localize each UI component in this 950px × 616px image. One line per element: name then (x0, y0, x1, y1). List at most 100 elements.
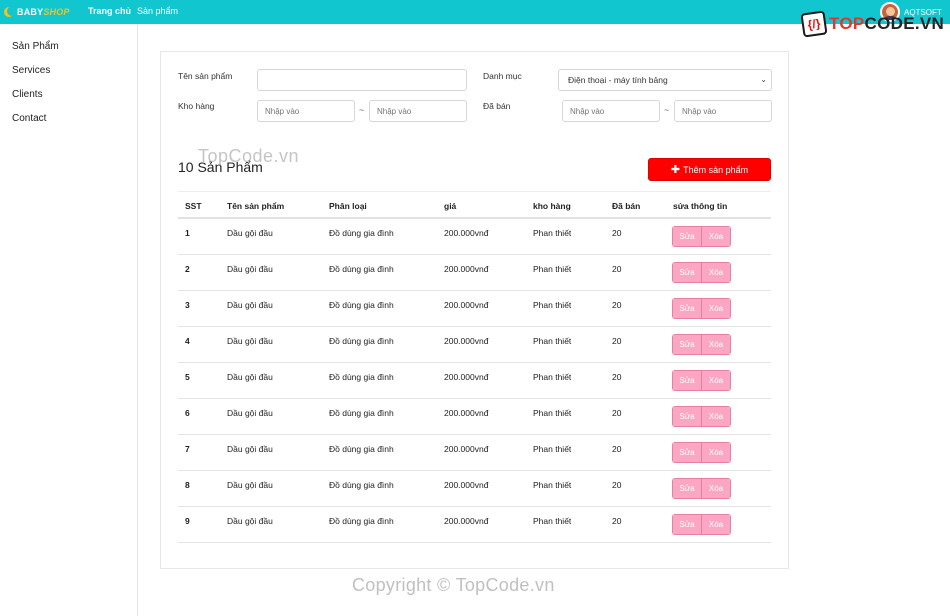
sidebar-item-contact[interactable]: Contact (12, 113, 46, 124)
cell-category: Đồ dùng gia đình (329, 480, 394, 490)
brand-logo[interactable]: BABY SHOP (4, 5, 70, 19)
row-actions: Sửa Xóa (672, 514, 731, 535)
cell-warehouse: Phan thiết (533, 516, 572, 526)
cell-category: Đồ dùng gia đình (329, 444, 394, 454)
cell-product-name: Dầu gội đầu (227, 480, 273, 490)
logo-text-baby: BABY (17, 7, 44, 17)
category-selected-value: Điện thoại - máy tính bảng (568, 75, 668, 85)
row-actions: Sửa Xóa (672, 478, 731, 499)
nav-item-products[interactable]: Sản phẩm (137, 6, 178, 16)
row-actions: Sửa Xóa (672, 226, 731, 247)
col-header-warehouse: kho hàng (533, 201, 571, 211)
table-row: 7 Dầu gội đầu Đồ dùng gia đình 200.000vnđ Ph… (178, 435, 771, 471)
sidebar: Sản Phẩm Services Clients Contact (0, 24, 138, 616)
table-row: 2 Dầu gội đầu Đồ dùng gia đình 200.000vnđ Ph… (178, 255, 771, 291)
cell-category: Đồ dùng gia đình (329, 300, 394, 310)
row-actions: Sửa Xóa (672, 262, 731, 283)
edit-button[interactable]: Sửa (673, 227, 701, 246)
sidebar-item-services[interactable]: Services (12, 65, 50, 76)
edit-button[interactable]: Sửa (673, 263, 701, 282)
warehouse-label: Kho hàng (178, 101, 215, 111)
cell-stt: 2 (185, 264, 190, 274)
edit-button[interactable]: Sửa (673, 515, 701, 534)
edit-button[interactable]: Sửa (673, 371, 701, 390)
cell-product-name: Dầu gội đầu (227, 444, 273, 454)
product-name-label: Tên sản phẩm (178, 71, 233, 81)
delete-button[interactable]: Xóa (701, 299, 730, 318)
edit-button[interactable]: Sửa (673, 479, 701, 498)
delete-button[interactable]: Xóa (701, 335, 730, 354)
delete-button[interactable]: Xóa (701, 371, 730, 390)
cell-warehouse: Phan thiết (533, 372, 572, 382)
category-select[interactable]: Điện thoại - máy tính bảng ⌄ (558, 69, 772, 91)
add-product-label: Thêm sản phẩm (683, 164, 749, 175)
cell-warehouse: Phan thiết (533, 264, 572, 274)
cell-category: Đồ dùng gia đình (329, 408, 394, 418)
cell-price: 200.000vnđ (444, 336, 489, 346)
sidebar-item-products[interactable]: Sản Phẩm (12, 41, 59, 52)
cell-price: 200.000vnđ (444, 516, 489, 526)
cell-warehouse: Phan thiết (533, 408, 572, 418)
col-header-stt: SST (185, 201, 202, 211)
edit-button[interactable]: Sửa (673, 443, 701, 462)
cell-category: Đồ dùng gia đình (329, 264, 394, 274)
delete-button[interactable]: Xóa (701, 515, 730, 534)
col-header-actions: sửa thông tin (673, 201, 728, 211)
nav-item-home[interactable]: Trang chủ (88, 6, 131, 16)
delete-button[interactable]: Xóa (701, 227, 730, 246)
plus-icon: ✚ (670, 164, 681, 176)
code-brackets-icon: {/} (800, 10, 828, 38)
table-row: 5 Dầu gội đầu Đồ dùng gia đình 200.000vnđ Ph… (178, 363, 771, 399)
cell-category: Đồ dùng gia đình (329, 372, 394, 382)
product-name-input[interactable] (257, 69, 467, 91)
sold-from-input[interactable] (562, 100, 660, 122)
cell-sold: 20 (612, 516, 622, 526)
cell-product-name: Dầu gội đầu (227, 372, 273, 382)
cell-price: 200.000vnđ (444, 264, 489, 274)
table-body: 1 Dầu gội đầu Đồ dùng gia đình 200.000vnđ Ph… (178, 219, 771, 543)
product-table: SST Tên sản phẩm Phân loại giá kho hàng … (178, 191, 771, 543)
cell-price: 200.000vnđ (444, 228, 489, 238)
category-label: Danh mục (483, 71, 522, 81)
delete-button[interactable]: Xóa (701, 479, 730, 498)
cell-sold: 20 (612, 336, 622, 346)
product-panel: Tên sản phẩm Danh mục Điện thoại - máy t… (160, 51, 789, 569)
sold-label: Đã bán (483, 101, 511, 111)
cell-price: 200.000vnđ (444, 480, 489, 490)
cell-category: Đồ dùng gia đình (329, 516, 394, 526)
moon-icon (4, 7, 14, 17)
cell-warehouse: Phan thiết (533, 336, 572, 346)
warehouse-to-input[interactable] (369, 100, 467, 122)
cell-sold: 20 (612, 480, 622, 490)
sidebar-item-clients[interactable]: Clients (12, 89, 43, 100)
col-header-price: giá (444, 201, 457, 211)
cell-stt: 1 (185, 228, 190, 238)
row-actions: Sửa Xóa (672, 334, 731, 355)
topcode-watermark-logo: {/} TOPCODE.VN (800, 10, 944, 38)
brand-text-top: TOP (829, 14, 865, 33)
sold-to-input[interactable] (674, 100, 772, 122)
add-product-button[interactable]: ✚ Thêm sản phẩm (648, 158, 771, 181)
edit-button[interactable]: Sửa (673, 335, 701, 354)
table-header: SST Tên sản phẩm Phân loại giá kho hàng … (178, 191, 771, 219)
main-nav: Trang chủ Sản phẩm (88, 6, 178, 16)
table-row: 4 Dầu gội đầu Đồ dùng gia đình 200.000vnđ Ph… (178, 327, 771, 363)
cell-price: 200.000vnđ (444, 300, 489, 310)
cell-sold: 20 (612, 300, 622, 310)
edit-button[interactable]: Sửa (673, 299, 701, 318)
edit-button[interactable]: Sửa (673, 407, 701, 426)
cell-warehouse: Phan thiết (533, 300, 572, 310)
topcode-brand-text: TOPCODE.VN (829, 14, 944, 34)
cell-stt: 7 (185, 444, 190, 454)
cell-product-name: Dầu gội đầu (227, 516, 273, 526)
table-row: 8 Dầu gội đầu Đồ dùng gia đình 200.000vnđ Ph… (178, 471, 771, 507)
cell-stt: 4 (185, 336, 190, 346)
delete-button[interactable]: Xóa (701, 263, 730, 282)
table-row: 9 Dầu gội đầu Đồ dùng gia đình 200.000vnđ Ph… (178, 507, 771, 543)
cell-stt: 3 (185, 300, 190, 310)
delete-button[interactable]: Xóa (701, 443, 730, 462)
cell-stt: 5 (185, 372, 190, 382)
delete-button[interactable]: Xóa (701, 407, 730, 426)
cell-sold: 20 (612, 444, 622, 454)
warehouse-from-input[interactable] (257, 100, 355, 122)
